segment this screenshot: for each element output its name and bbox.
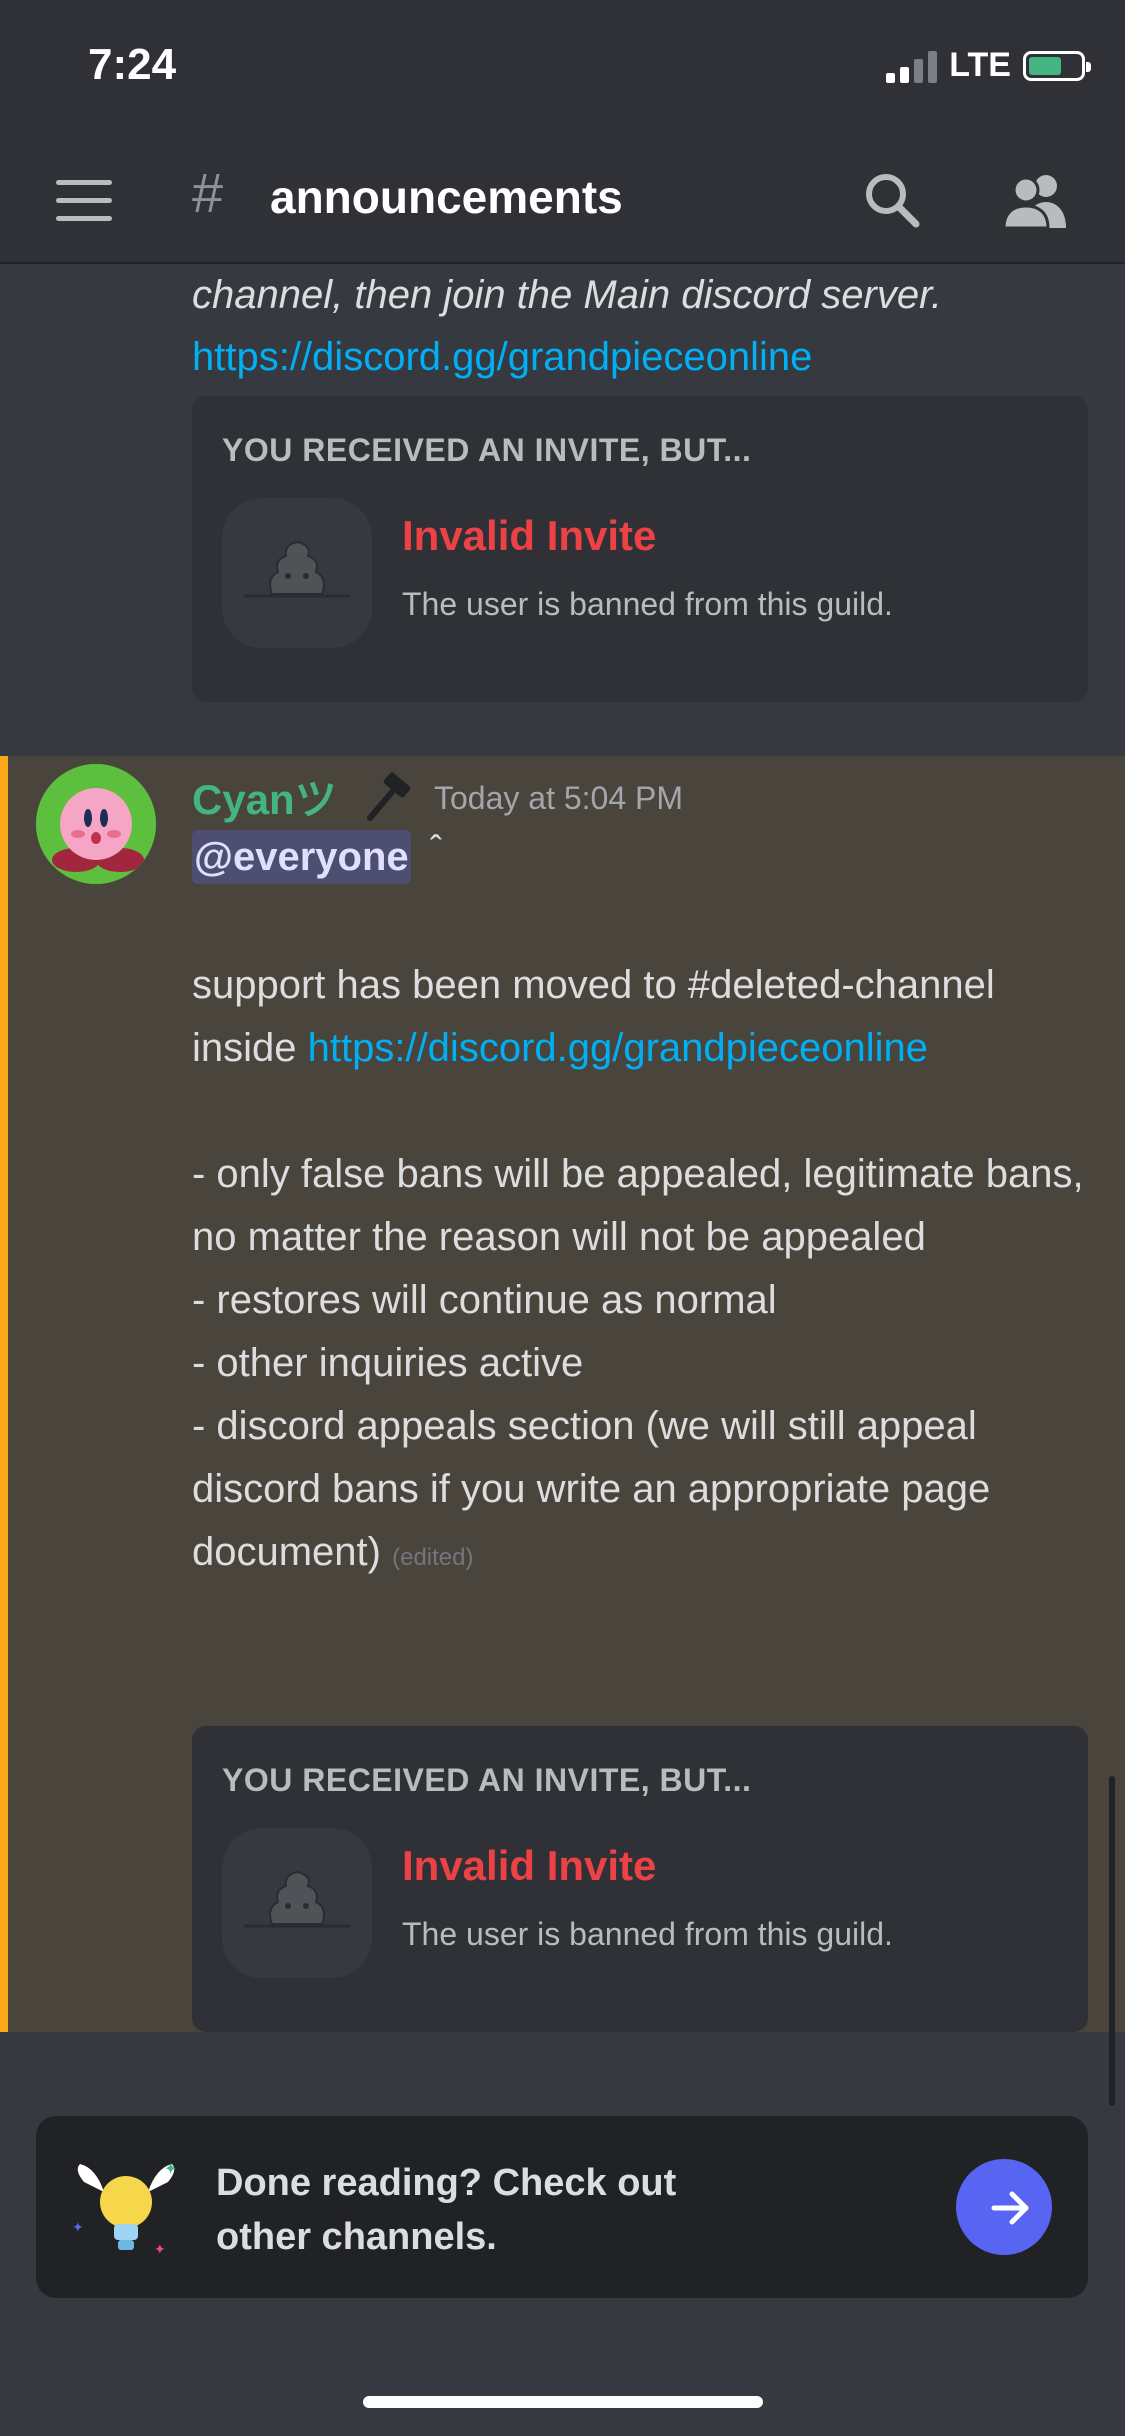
members-icon[interactable] [1000,170,1072,230]
network-label: LTE [949,46,1011,84]
invite-heading: YOU RECEIVED AN INVITE, BUT... [222,432,752,468]
previous-message-content: channel, then join the Main discord serv… [192,264,1092,388]
message-list[interactable]: channel, then join the Main discord serv… [0,264,1125,2034]
done-reading-banner[interactable]: ✦ ✦ ✦ Done reading? Check out other chan… [36,2116,1088,2298]
avatar[interactable] [36,764,156,884]
message-content: support has been moved to #deleted-chann… [192,954,1092,1589]
invite-embed: YOU RECEIVED AN INVITE, BUT... Invalid I… [192,1726,1088,2032]
invalid-invite-icon [222,498,372,648]
everyone-mention[interactable]: @everyone [192,830,411,884]
home-indicator[interactable] [363,2396,763,2408]
next-channel-button[interactable] [956,2159,1052,2255]
username[interactable]: Cyanツ [192,766,337,827]
hamburger-icon[interactable] [56,180,112,221]
channel-title[interactable]: announcements [270,170,623,224]
ban-hammer-icon [367,772,411,821]
invite-description: The user is banned from this guild. [402,586,893,622]
signal-icon [886,49,938,83]
invite-description: The user is banned from this guild. [402,1916,893,1952]
done-reading-text: Done reading? Check out other channels. [216,2162,677,2258]
invite-title: Invalid Invite [402,1842,657,1889]
scrollbar[interactable] [1109,1776,1115,2106]
message-timestamp: Today at 5:04 PM [434,780,684,816]
invite-embed: YOU RECEIVED AN INVITE, BUT... Invalid I… [192,396,1088,702]
channel-header: # announcements [0,140,1125,264]
caret-text: ˆ [430,828,442,869]
status-bar: 7:24 LTE [0,0,1125,140]
invalid-invite-icon [222,1828,372,1978]
status-time: 7:24 [88,40,177,89]
invite-title: Invalid Invite [402,512,657,559]
bullet-3: - other inquiries active [192,1341,584,1385]
lightbulb-icon: ✦ ✦ ✦ [72,2161,177,2257]
message-line-1: support has been moved to #deleted-chann… [192,963,995,1070]
invite-link[interactable]: https://discord.gg/grandpieceonline [192,335,812,379]
svg-text:✦: ✦ [164,2161,177,2178]
status-indicators: LTE [886,46,1091,85]
arrow-right-icon [991,2191,1029,2225]
mention-highlight-bar [0,756,8,2032]
server-link[interactable]: https://discord.gg/grandpieceonline [308,1026,928,1070]
svg-text:✦: ✦ [72,2219,84,2235]
edited-label: (edited) [392,1544,474,1571]
search-icon[interactable] [862,170,922,230]
highlighted-message[interactable]: Cyanツ Today at 5:04 PM @everyone ˆ suppo… [0,756,1125,2032]
svg-text:✦: ✦ [154,2241,166,2257]
previous-message-text: channel, then join the Main discord serv… [192,273,943,317]
battery-icon [1023,50,1091,81]
invite-heading: YOU RECEIVED AN INVITE, BUT... [222,1762,752,1798]
bullet-2: - restores will continue as normal [192,1278,777,1322]
hash-icon: # [192,161,224,224]
bullet-1: - only false bans will be appealed, legi… [192,1152,1084,1259]
bullet-4: - discord appeals section (we will still… [192,1404,991,1574]
